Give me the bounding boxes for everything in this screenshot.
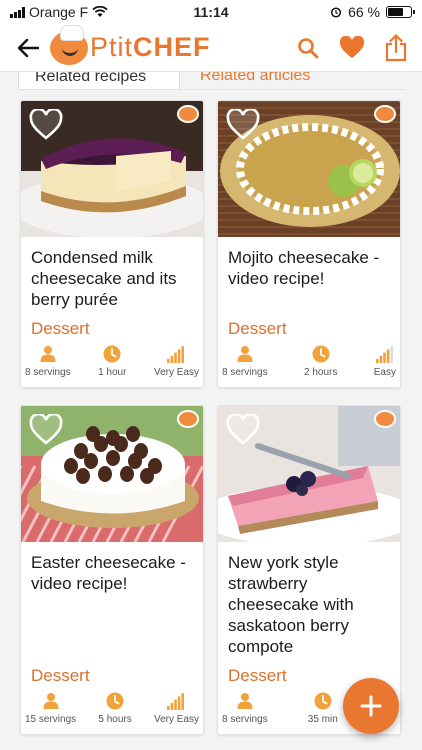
prep-time: 35 min xyxy=(308,692,338,725)
time-label: 2 hours xyxy=(303,367,338,378)
difficulty: Easy xyxy=(374,345,396,378)
chef-badge-icon xyxy=(374,105,396,123)
recipe-title[interactable]: Easter cheesecake - video recipe! xyxy=(31,552,193,660)
recipe-card[interactable]: Condensed milk cheesecake and its berry … xyxy=(20,100,204,388)
wifi-icon xyxy=(92,6,108,17)
clock-icon xyxy=(103,345,121,363)
recipe-image[interactable] xyxy=(218,406,400,542)
servings: 15 servings xyxy=(25,692,76,725)
favorite-button[interactable] xyxy=(338,34,366,62)
difficulty-label: Easy xyxy=(373,367,396,378)
servings: 8 servings xyxy=(25,345,71,378)
clock-icon xyxy=(106,692,124,710)
recipe-category[interactable]: Dessert xyxy=(228,319,390,339)
time-label: 5 hours xyxy=(98,714,132,725)
recipe-image[interactable] xyxy=(21,406,203,542)
recipe-image[interactable] xyxy=(218,101,400,237)
tab-related-articles[interactable]: Related articles xyxy=(200,72,310,90)
recipe-title[interactable]: New york style strawberry cheesecake wit… xyxy=(228,552,390,660)
card-body: Mojito cheesecake - video recipe! Desser… xyxy=(218,237,400,339)
recipe-card[interactable]: Mojito cheesecake - video recipe! Desser… xyxy=(217,100,401,388)
chef-logo-icon xyxy=(50,24,88,65)
heart-icon[interactable] xyxy=(226,109,260,141)
difficulty: Very Easy xyxy=(154,692,199,725)
heart-icon[interactable] xyxy=(29,414,63,446)
recipe-image[interactable] xyxy=(21,101,203,237)
tabs: Related recipes Related articles xyxy=(0,72,422,90)
difficulty-icon xyxy=(167,693,185,710)
status-bar: Orange F 11:14 66 % xyxy=(0,0,422,24)
clock-icon xyxy=(314,692,332,710)
difficulty-icon xyxy=(375,346,393,363)
time-label: 1 hour xyxy=(98,367,127,378)
carrier: Orange F xyxy=(29,4,89,20)
servings: 8 servings xyxy=(222,692,268,725)
ptitchef-logo[interactable]: PtitCHEF xyxy=(50,24,211,65)
difficulty-icon xyxy=(167,346,185,363)
search-button[interactable] xyxy=(294,34,322,62)
status-time: 11:14 xyxy=(193,4,229,20)
servings: 8 servings xyxy=(222,345,268,378)
servings-icon xyxy=(43,693,59,709)
signal-icon xyxy=(10,6,25,18)
recipe-card[interactable]: Easter cheesecake - video recipe! Desser… xyxy=(20,405,204,735)
battery-icon xyxy=(386,6,415,18)
servings-label: 8 servings xyxy=(222,714,268,725)
heart-icon[interactable] xyxy=(226,414,260,446)
servings-icon xyxy=(40,346,56,362)
difficulty-label: Very Easy xyxy=(153,367,199,378)
recipe-meta: 15 servings 5 hours Very Easy xyxy=(21,686,203,733)
servings-icon xyxy=(237,346,253,362)
recipe-title[interactable]: Mojito cheesecake - video recipe! xyxy=(228,247,390,313)
clock-icon xyxy=(312,345,330,363)
difficulty-label: Very Easy xyxy=(153,714,199,725)
heart-icon[interactable] xyxy=(29,109,63,141)
servings-label: 15 servings xyxy=(25,714,77,725)
tabs-divider xyxy=(18,89,406,90)
share-button[interactable] xyxy=(382,33,410,62)
prep-time: 1 hour xyxy=(98,345,126,378)
recipe-meta: 8 servings 2 hours Easy xyxy=(218,339,400,386)
chef-badge-icon xyxy=(374,410,396,428)
chef-badge-icon xyxy=(177,105,199,123)
difficulty: Very Easy xyxy=(154,345,199,378)
prep-time: 2 hours xyxy=(304,345,337,378)
status-right: 66 % xyxy=(330,4,415,20)
heart-icon xyxy=(339,35,365,58)
logo-text-chef: CHEF xyxy=(133,32,211,62)
recipe-category[interactable]: Dessert xyxy=(31,666,193,686)
search-icon xyxy=(298,37,319,58)
battery-percent: 66 % xyxy=(348,4,380,20)
time-label: 35 min xyxy=(307,714,338,725)
back-button[interactable] xyxy=(12,32,44,64)
card-body: Easter cheesecake - video recipe! Desser… xyxy=(21,542,203,686)
card-body: Condensed milk cheesecake and its berry … xyxy=(21,237,203,339)
chef-badge-icon xyxy=(177,410,199,428)
recipe-title[interactable]: Condensed milk cheesecake and its berry … xyxy=(31,247,193,313)
prep-time: 5 hours xyxy=(98,692,132,725)
arrow-left-icon xyxy=(17,38,39,57)
tab-related-recipes[interactable]: Related recipes xyxy=(18,72,180,90)
logo-text: PtitCHEF xyxy=(90,32,211,63)
header-actions xyxy=(294,33,410,62)
alarm-icon xyxy=(331,7,342,18)
servings-label: 8 servings xyxy=(25,367,71,378)
add-button[interactable] xyxy=(343,678,399,734)
logo-text-ptit: Ptit xyxy=(90,32,134,62)
share-icon xyxy=(385,33,407,61)
status-left: Orange F xyxy=(10,4,108,20)
recipe-meta: 8 servings 1 hour Very Easy xyxy=(21,339,203,386)
app-header: PtitCHEF xyxy=(0,24,422,72)
servings-icon xyxy=(237,693,253,709)
servings-label: 8 servings xyxy=(222,367,268,378)
plus-icon xyxy=(360,695,382,717)
card-body: New york style strawberry cheesecake wit… xyxy=(218,542,400,686)
recipe-category[interactable]: Dessert xyxy=(31,319,193,339)
